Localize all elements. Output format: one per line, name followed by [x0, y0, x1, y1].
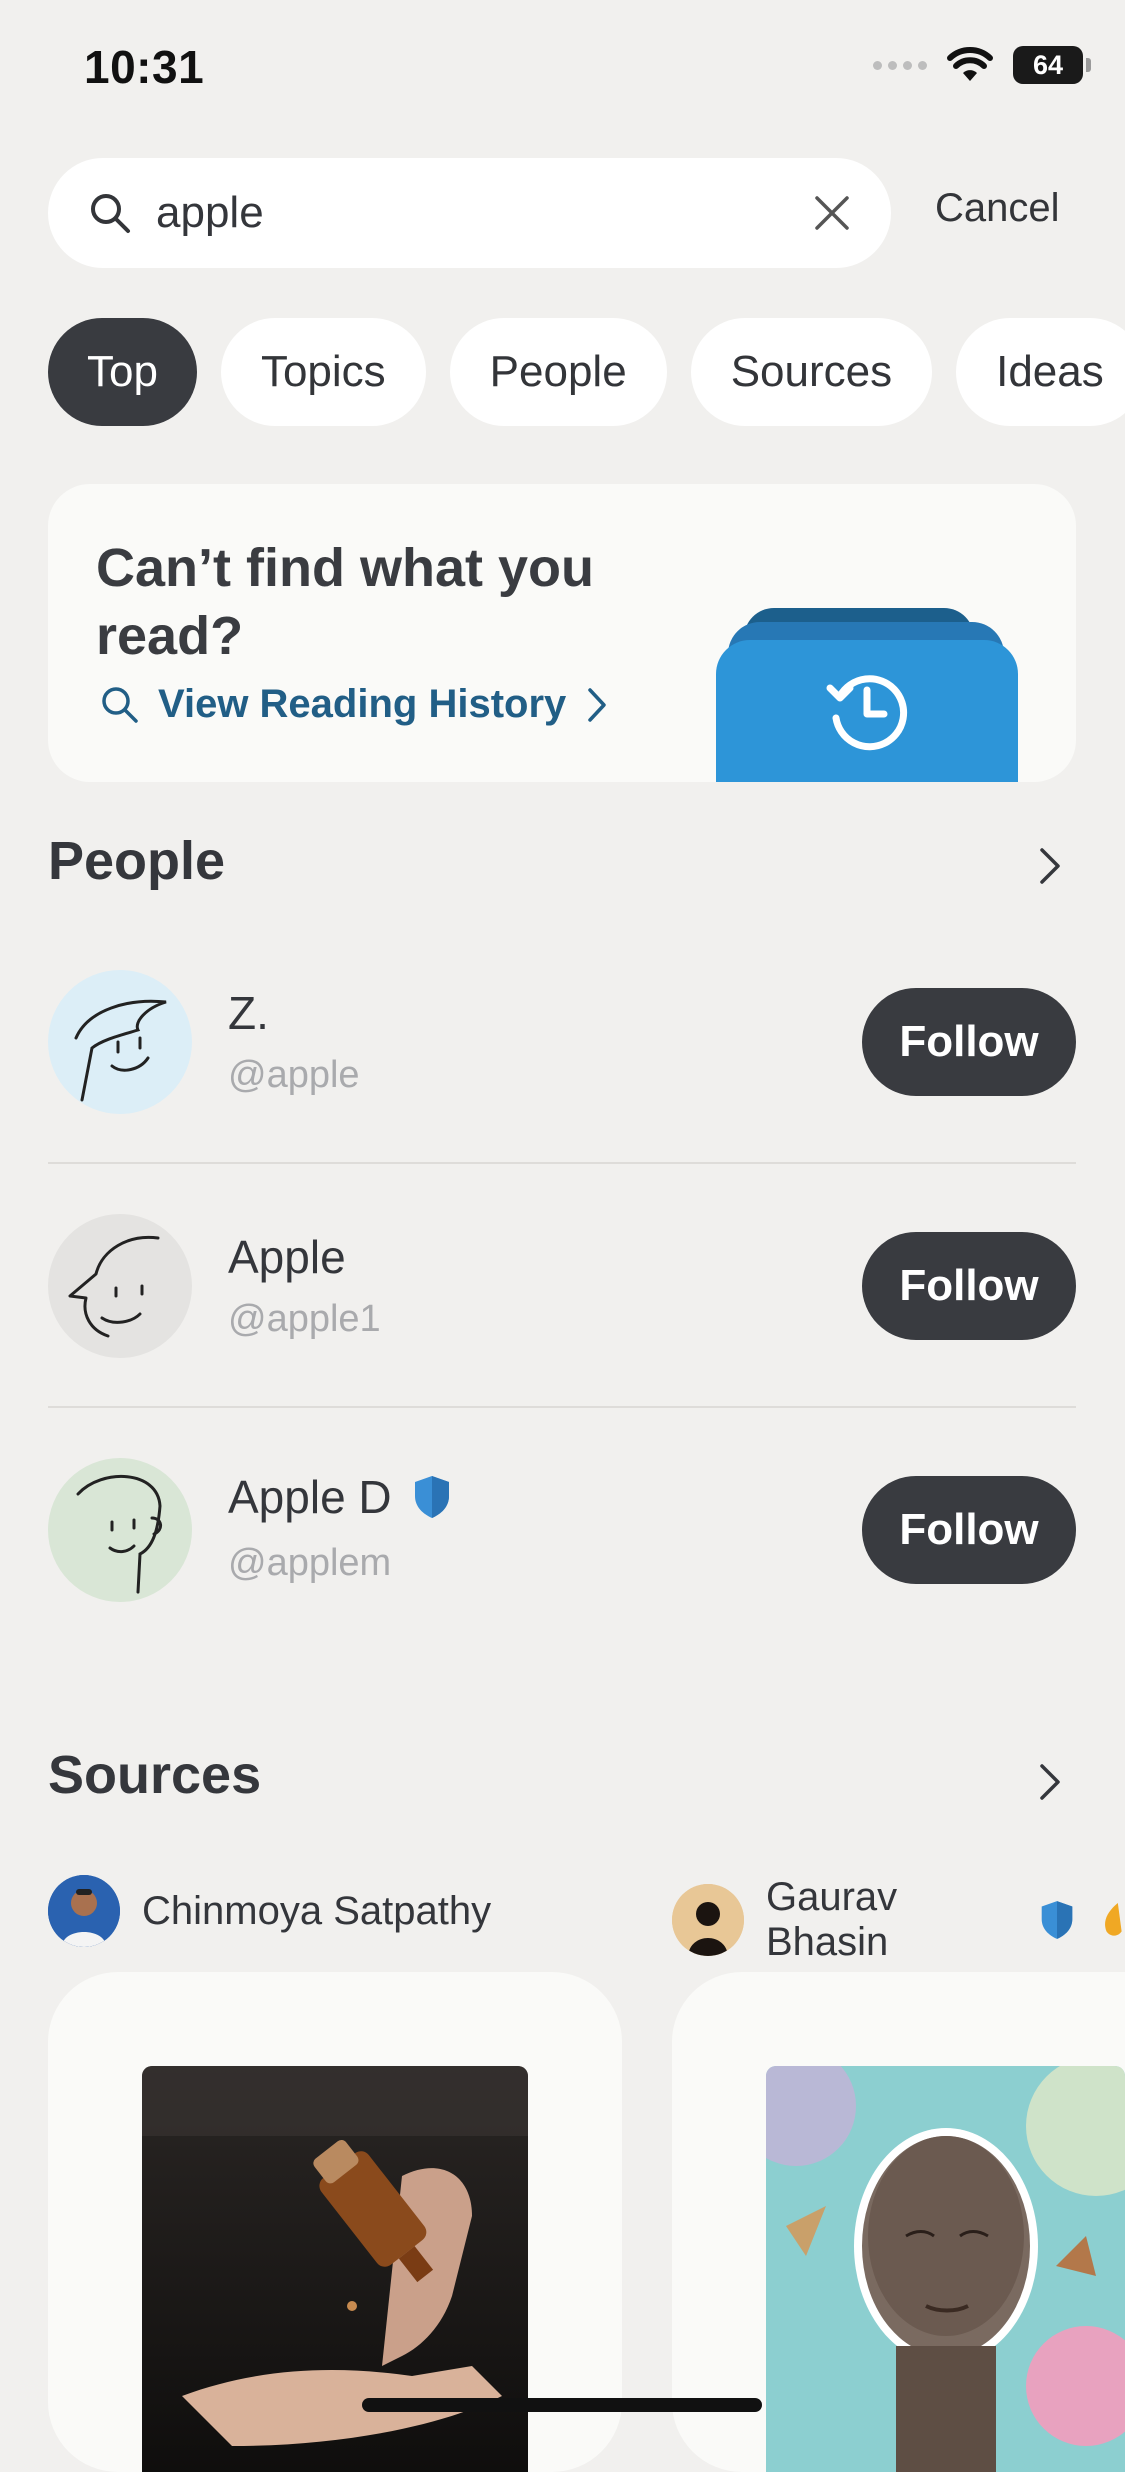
cellular-signal-icon — [873, 60, 927, 70]
person-handle: @apple1 — [228, 1298, 381, 1340]
chevron-right-icon[interactable] — [1030, 846, 1070, 886]
tab-top[interactable]: Top — [48, 318, 197, 426]
home-indicator — [362, 2398, 762, 2412]
author-name: Gaurav Bhasin — [766, 1875, 898, 1964]
history-icon — [826, 675, 908, 751]
wifi-icon — [947, 47, 993, 81]
source-author[interactable]: Chinmoya Satpathy — [48, 1875, 491, 1947]
verified-badge-icon — [1041, 1901, 1072, 1939]
person-name-text: Apple D — [228, 1471, 392, 1523]
tab-topics[interactable]: Topics — [220, 318, 426, 426]
badge-icon — [1104, 1902, 1122, 1936]
chevron-right-icon[interactable] — [1030, 1762, 1070, 1802]
person-handle: @applem — [228, 1542, 392, 1584]
avatar[interactable] — [48, 1214, 192, 1358]
face-illustration-icon — [76, 1475, 162, 1594]
author-name: Chinmoya Satpathy — [142, 1888, 492, 1933]
tab-ideas[interactable]: Ideas — [956, 318, 1125, 426]
person-photo-icon — [48, 1875, 120, 1947]
person-name: Apple D — [228, 1470, 452, 1524]
search-input[interactable]: apple — [156, 188, 813, 238]
avatar — [672, 1884, 744, 1956]
history-card-title: Can’t find what you read? — [96, 538, 594, 666]
portrait-collage-photo — [766, 2066, 1125, 2472]
filter-tabs: Top Topics People Sources Ideas — [48, 318, 1125, 426]
chevron-right-icon — [588, 687, 607, 722]
person-photo-icon — [672, 1884, 744, 1956]
search-icon — [102, 686, 138, 723]
battery-indicator: 64 — [1013, 46, 1091, 84]
person-name: Z. — [228, 986, 269, 1040]
person-row[interactable]: Apple @apple1 Follow — [48, 1164, 1076, 1408]
follow-button[interactable]: Follow — [862, 1232, 1076, 1340]
source-card[interactable] — [672, 1972, 1125, 2472]
avatar[interactable] — [48, 970, 192, 1114]
sources-section-title: Sources — [48, 1745, 262, 1805]
status-time: 10:31 — [84, 41, 205, 93]
search-icon — [91, 194, 130, 233]
face-illustration-icon — [74, 999, 167, 1102]
person-row[interactable]: Apple D @applem Follow — [48, 1408, 1076, 1652]
source-author[interactable]: Gaurav Bhasin — [672, 1875, 1125, 1965]
person-row[interactable]: Z. @apple Follow — [48, 920, 1076, 1164]
follow-button[interactable]: Follow — [862, 988, 1076, 1096]
status-icons: 64 — [873, 46, 1091, 84]
tab-sources[interactable]: Sources — [690, 318, 933, 426]
clear-icon[interactable] — [813, 194, 851, 232]
tab-people[interactable]: People — [449, 318, 667, 426]
source-card[interactable] — [48, 1972, 622, 2472]
person-name-text: Z. — [228, 987, 269, 1039]
person-handle: @apple — [228, 1054, 360, 1096]
person-name-text: Apple — [228, 1231, 346, 1283]
view-reading-history-link[interactable]: View Reading History — [100, 682, 610, 727]
battery-level: 64 — [1032, 49, 1064, 80]
person-name: Apple — [228, 1230, 346, 1284]
avatar — [48, 1875, 120, 1947]
verified-badge-icon — [414, 1476, 449, 1518]
follow-button[interactable]: Follow — [862, 1476, 1076, 1584]
history-illustration — [716, 608, 1018, 782]
history-link-label: View Reading History — [158, 682, 567, 726]
search-field[interactable]: apple — [48, 158, 891, 268]
reading-history-card[interactable]: Can’t find what you read? View Reading H… — [48, 484, 1076, 782]
article-image — [766, 2066, 1125, 2472]
cancel-button[interactable]: Cancel — [935, 186, 1060, 231]
face-illustration-icon — [68, 1235, 160, 1338]
people-section-title: People — [48, 831, 226, 891]
avatar[interactable] — [48, 1458, 192, 1602]
